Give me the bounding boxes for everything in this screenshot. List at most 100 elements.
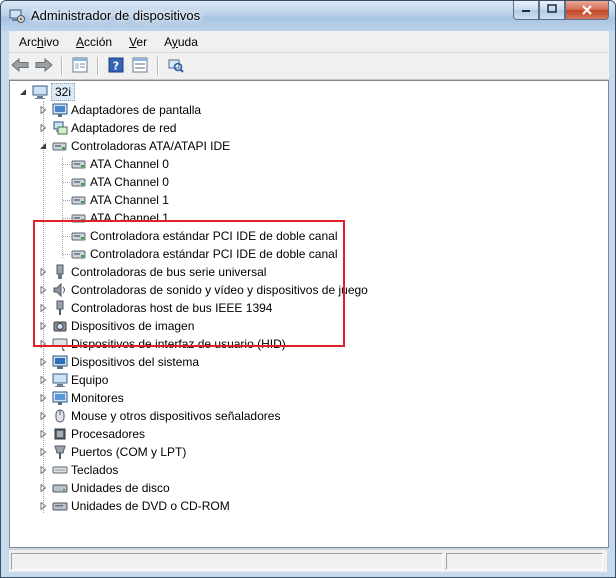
- tree-category-label: Adaptadores de pantalla: [71, 103, 202, 117]
- tree-category-port[interactable]: Puertos (COM y LPT): [38, 443, 186, 461]
- expand-arrow-icon[interactable]: [38, 501, 48, 511]
- tree-device-item[interactable]: ATA Channel 0: [63, 173, 169, 191]
- computer-icon: [32, 84, 48, 100]
- minimize-button[interactable]: [513, 1, 539, 20]
- tree-category-label: Monitores: [71, 391, 124, 405]
- tree-connector: [63, 218, 70, 219]
- maximize-button[interactable]: [539, 1, 565, 20]
- expand-arrow-icon[interactable]: [38, 357, 48, 367]
- menu-archivo[interactable]: Archivo: [9, 35, 66, 49]
- back-button[interactable]: [9, 56, 31, 76]
- close-button[interactable]: [565, 1, 609, 20]
- title-bar[interactable]: Administrador de dispositivos: [1, 1, 615, 31]
- tree-root[interactable]: 32i: [18, 83, 76, 101]
- collapse-arrow-icon[interactable]: [38, 141, 48, 151]
- menu-ver[interactable]: Ver: [119, 35, 154, 49]
- tree-connector: [63, 164, 70, 165]
- processor-icon: [52, 426, 68, 442]
- disk-drive-icon: [52, 480, 68, 496]
- tree-category-label: Dispositivos del sistema: [71, 355, 200, 369]
- expand-arrow-icon[interactable]: [38, 465, 48, 475]
- forward-arrow-icon: [35, 57, 53, 75]
- tree-category-keyboard[interactable]: Teclados: [38, 461, 118, 479]
- expand-arrow-icon[interactable]: [38, 411, 48, 421]
- tree-connector: [63, 182, 70, 183]
- tree-category-system-devices[interactable]: Dispositivos del sistema: [38, 353, 199, 371]
- tree-device-item[interactable]: ATA Channel 0: [63, 155, 169, 173]
- toolbar: ?: [9, 53, 609, 80]
- device-manager-window: Administrador de dispositivos Archivo Ac…: [0, 0, 616, 578]
- caption-buttons: [513, 1, 609, 21]
- network-adapter-icon: [52, 120, 68, 136]
- expand-arrow-icon[interactable]: [38, 429, 48, 439]
- status-bar: [9, 549, 607, 572]
- ide-channel-icon: [71, 156, 87, 172]
- ide-channel-icon: [71, 174, 87, 190]
- tree-category-label: Puertos (COM y LPT): [71, 445, 187, 459]
- tree-category-label: Unidades de disco: [71, 481, 170, 495]
- menu-ayuda[interactable]: Ayuda: [154, 35, 205, 49]
- tree-category-label: Procesadores: [71, 427, 146, 441]
- tree-category-network-adapter[interactable]: Adaptadores de red: [38, 119, 176, 137]
- device-tree-panel[interactable]: 32i Adaptadores de pantalla Adaptadores d…: [9, 80, 609, 548]
- toolbar-separator: [157, 57, 159, 75]
- expand-arrow-icon[interactable]: [38, 375, 48, 385]
- tree-category-computer[interactable]: Equipo: [38, 371, 108, 389]
- keyboard-icon: [52, 462, 68, 478]
- monitor-icon: [52, 390, 68, 406]
- expand-arrow-icon[interactable]: [38, 123, 48, 133]
- menu-bar: Archivo Acción Ver Ayuda: [9, 31, 609, 53]
- display-adapter-icon: [52, 102, 68, 118]
- annotation-highlight-box: [33, 220, 345, 347]
- forward-button[interactable]: [33, 56, 55, 76]
- tree-category-label: Controladoras ATA/ATAPI IDE: [71, 139, 231, 153]
- mouse-icon: [52, 408, 68, 424]
- close-icon: [582, 3, 592, 18]
- collapse-arrow-icon[interactable]: [18, 87, 28, 97]
- minimize-icon: [521, 4, 531, 16]
- tree-category-label: Teclados: [71, 463, 119, 477]
- expand-arrow-icon[interactable]: [38, 483, 48, 493]
- root-label: 32i: [51, 83, 76, 101]
- back-arrow-icon: [11, 57, 29, 75]
- help-button[interactable]: ?: [105, 56, 127, 76]
- tree-device-item[interactable]: ATA Channel 1: [63, 191, 169, 209]
- computer-icon: [52, 372, 68, 388]
- window-title: Administrador de dispositivos: [31, 8, 201, 23]
- port-icon: [52, 444, 68, 460]
- tree-category-label: Adaptadores de red: [71, 121, 177, 135]
- tree-connector: [63, 200, 70, 201]
- tree-category-dvd-drive[interactable]: Unidades de DVD o CD-ROM: [38, 497, 230, 515]
- tree-category-processor[interactable]: Procesadores: [38, 425, 145, 443]
- system-devices-icon: [52, 354, 68, 370]
- tree-device-label: ATA Channel 0: [90, 175, 169, 189]
- status-segment: [11, 553, 443, 570]
- svg-text:?: ?: [113, 59, 119, 72]
- tree-category-disk-drive[interactable]: Unidades de disco: [38, 479, 170, 497]
- tree-category-ide-controller[interactable]: Controladoras ATA/ATAPI IDE: [38, 137, 230, 155]
- maximize-icon: [547, 4, 557, 16]
- status-segment: [446, 553, 603, 570]
- tree-category-label: Mouse y otros dispositivos señaladores: [71, 409, 281, 423]
- ide-controller-icon: [52, 138, 68, 154]
- ide-channel-icon: [71, 192, 87, 208]
- tree-category-label: Unidades de DVD o CD-ROM: [71, 499, 230, 513]
- expand-arrow-icon[interactable]: [38, 105, 48, 115]
- tree-category-mouse[interactable]: Mouse y otros dispositivos señaladores: [38, 407, 280, 425]
- properties-icon: [72, 57, 88, 76]
- tree-category-display-adapter[interactable]: Adaptadores de pantalla: [38, 101, 201, 119]
- scan-hardware-button[interactable]: [165, 56, 187, 76]
- tree-category-monitor[interactable]: Monitores: [38, 389, 124, 407]
- scan-hardware-icon: [168, 57, 184, 76]
- device-manager-icon: [9, 8, 25, 24]
- dvd-drive-icon: [52, 498, 68, 514]
- tree-device-label: ATA Channel 1: [90, 193, 169, 207]
- expand-arrow-icon[interactable]: [38, 447, 48, 457]
- menu-accion[interactable]: Acción: [66, 35, 119, 49]
- toolbar-separator: [61, 57, 63, 75]
- expand-arrow-icon[interactable]: [38, 393, 48, 403]
- show-hidden-button[interactable]: [129, 56, 151, 76]
- tree-device-label: ATA Channel 0: [90, 157, 169, 171]
- properties-button[interactable]: [69, 56, 91, 76]
- help-icon: ?: [108, 57, 124, 76]
